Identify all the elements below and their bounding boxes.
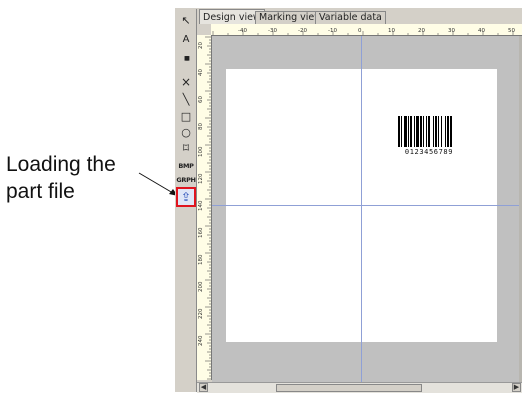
polygon-tool-icon[interactable]: ⌑ [177,139,195,157]
barcode-tool-icon[interactable]: ▮▮▮ [177,49,195,67]
ruler-top-label: 50 [508,28,515,34]
scroll-left-arrow-icon[interactable]: ◀ [199,383,208,392]
view-tabs: Design view Marking view Variable data [197,9,522,25]
ruler-top-label: -30 [268,28,277,34]
vertical-ruler-scale: 20 40 60 80 100 120 140 160 180 200 220 240 [198,36,211,380]
scroll-right-arrow-icon[interactable]: ▶ [512,383,521,392]
barcode-bar [408,116,409,147]
ruler-left-label: 80 [198,123,204,130]
ruler-left-label: 140 [198,200,204,211]
ruler-top-label: -40 [238,28,247,34]
barcode-bar [441,116,442,147]
barcode-bar [410,116,412,147]
barcode-bar [414,116,415,147]
tab-variable-data[interactable]: Variable data [315,11,386,24]
ruler-left-label: 120 [198,173,204,184]
horizontal-guide-line [212,205,522,206]
callout-label-line2: part file [6,180,75,203]
barcode-bar [428,116,430,147]
cross-tool-icon[interactable]: × [177,73,195,91]
load-part-file-icon[interactable]: ⇪ [176,187,196,207]
callout-pointer-line [138,172,179,197]
barcode-bar [435,116,437,147]
vertical-ruler: 20 40 60 80 100 120 140 160 180 200 220 240 [197,35,212,380]
graph-tool-icon[interactable]: GRPH [176,171,196,189]
ruler-left-label: 200 [198,281,204,292]
tool-palette: ↖ A ▮▮▮ × ╲ □ ○ ⌑ BMP GRPH ⇪ [176,9,197,392]
ruler-left-label: 40 [198,69,204,76]
barcode-bar [398,116,400,147]
select-arrow-icon[interactable]: ↖ [177,11,195,29]
barcode-bar [423,116,424,147]
barcode-bar [447,116,449,147]
barcode-bar [438,116,439,147]
ruler-left-label: 60 [198,96,204,103]
ruler-left-label: 160 [198,227,204,238]
ruler-top-label: -10 [328,28,337,34]
horizontal-ruler-scale: -40 -30 -20 -10 0 10 20 30 40 50 [212,28,515,35]
ruler-top-label: 40 [478,28,485,34]
callout-label-line1: Loading the [6,153,116,176]
barcode-bar [445,116,446,147]
barcode-bar [401,116,402,147]
barcode-bar [416,116,419,147]
barcode-bar [420,116,422,147]
vertical-guide-line [361,36,362,382]
barcode-bar [426,116,427,147]
horizontal-ruler: -40 -30 -20 -10 0 10 20 30 40 50 [211,24,522,36]
horizontal-scroll-thumb[interactable] [276,384,422,392]
ruler-top-label: 0 [358,28,362,34]
ruler-top-label: -20 [298,28,307,34]
line-tool-icon[interactable]: ╲ [177,90,195,108]
ruler-left-label: 180 [198,254,204,265]
ruler-left-label: 100 [198,146,204,157]
ruler-top-label: 20 [418,28,425,34]
ruler-left-label: 20 [198,42,204,49]
ruler-left-label: 220 [198,308,204,319]
text-tool-icon[interactable]: A [177,30,195,48]
ruler-top-label: 30 [448,28,455,34]
barcode-digits: 0123456789 [404,148,454,156]
barcode-bar [433,116,434,147]
barcode-bar [450,116,452,147]
ruler-left-label: 240 [198,335,204,346]
ruler-top-label: 10 [388,28,395,34]
barcode-bar [404,116,407,147]
